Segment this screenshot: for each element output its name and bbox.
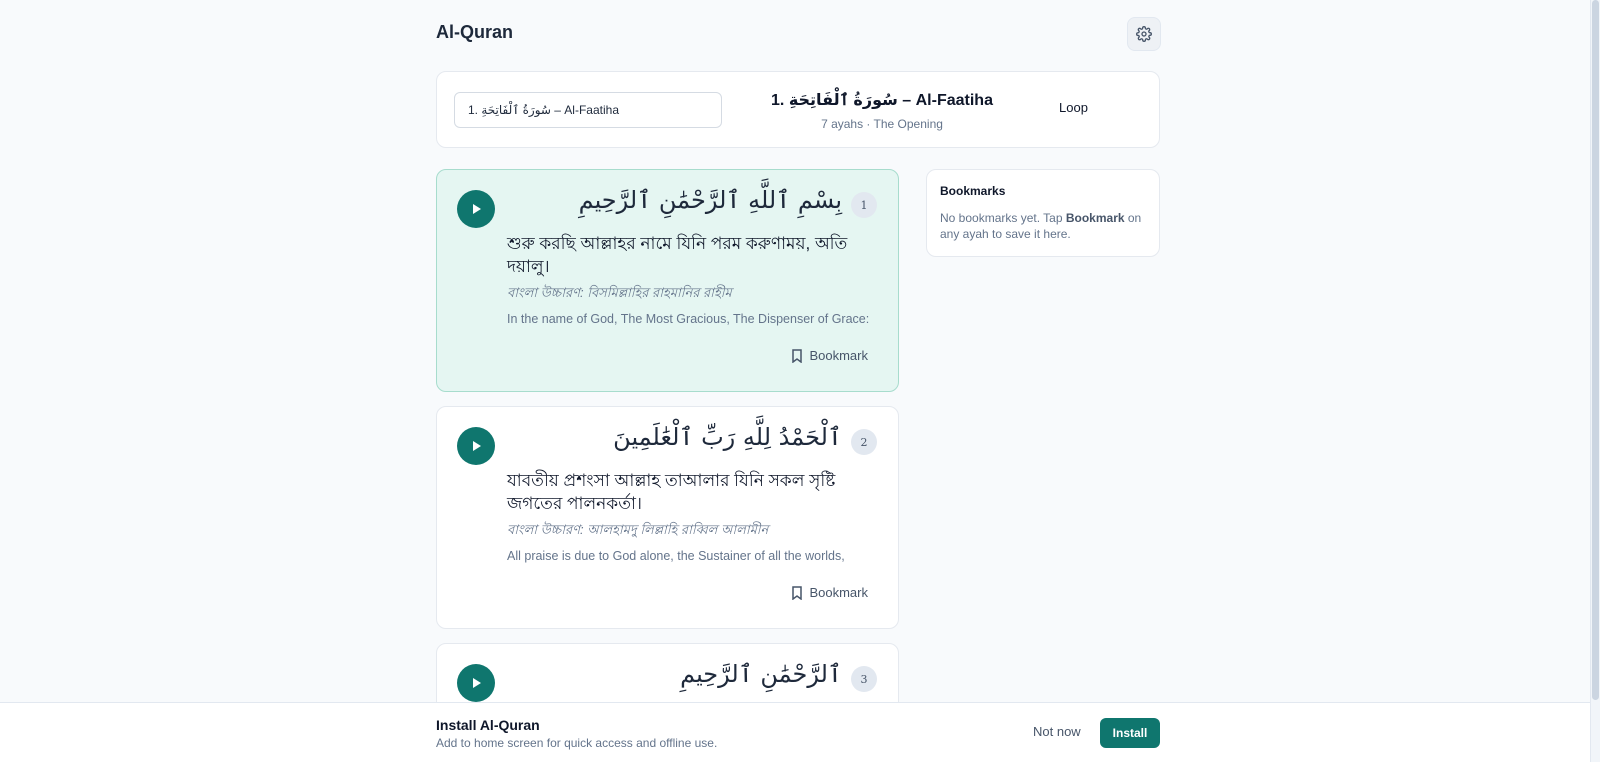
ayah-transliteration: বাংলা উচ্চারণ: বিসমিল্লাহির রাহমানির রাহ… <box>507 285 732 300</box>
bookmark-label: Bookmark <box>809 585 868 600</box>
bookmark-icon <box>792 348 803 363</box>
ayah-number-badge: 2 <box>851 429 877 455</box>
play-button[interactable] <box>457 427 495 465</box>
install-banner: Install Al-Quran Add to home screen for … <box>0 702 1590 762</box>
ayah-card-1: بِسْمِ ٱللَّهِ ٱلرَّحْمَٰنِ ٱلرَّحِيمِ 1… <box>436 169 899 392</box>
ayah-number-badge: 3 <box>851 666 877 692</box>
ayah-arabic: ٱلرَّحْمَٰنِ ٱلرَّحِيمِ <box>680 660 842 688</box>
scrollbar-thumb[interactable] <box>1592 0 1599 700</box>
play-icon <box>473 204 481 214</box>
gear-icon <box>1136 26 1152 42</box>
ayah-card-2: ٱلْحَمْدُ لِلَّهِ رَبِّ ٱلْعَٰلَمِينَ 2 … <box>436 406 899 629</box>
surah-select[interactable]: 1. سُورَةُ ٱلْفَاتِحَةِ – Al-Faatiha <box>454 92 722 128</box>
ayah-number-badge: 1 <box>851 192 877 218</box>
ayah-bangla-translation: যাবতীয় প্রশংসা আল্লাহ তাআলার যিনি সকল স… <box>507 471 836 513</box>
ayah-arabic: ٱلْحَمْدُ لِلَّهِ رَبِّ ٱلْعَٰلَمِينَ <box>613 423 842 451</box>
install-title: Install Al-Quran <box>436 717 540 733</box>
bookmarks-empty-message: No bookmarks yet. Tap Bookmark on any ay… <box>940 210 1146 242</box>
ayah-english-translation: In the name of God, The Most Gracious, T… <box>507 312 870 326</box>
settings-button[interactable] <box>1127 17 1161 51</box>
surah-meta: 7 ayahs · The Opening <box>821 117 943 131</box>
play-icon <box>473 678 481 688</box>
loop-button[interactable]: Loop <box>1059 100 1088 115</box>
bookmark-button[interactable]: Bookmark <box>791 348 868 363</box>
install-description: Add to home screen for quick access and … <box>436 736 718 750</box>
ayah-arabic: بِسْمِ ٱللَّهِ ٱلرَّحْمَٰنِ ٱلرَّحِيمِ <box>578 186 842 214</box>
bookmarks-title: Bookmarks <box>940 184 1006 198</box>
surah-heading: 1. سُورَةُ ٱلْفَاتِحَةِ – Al-Faatiha 7 a… <box>747 90 1017 131</box>
play-button[interactable] <box>457 664 495 702</box>
bookmarks-empty-bold: Bookmark <box>1065 211 1125 225</box>
ayah-bangla-translation: শুরু করছি আল্লাহর নামে যিনি পরম করুণাময়… <box>507 234 848 276</box>
surah-header-card: 1. سُورَةُ ٱلْفَاتِحَةِ – Al-Faatiha 1. … <box>436 71 1160 148</box>
bookmark-button[interactable]: Bookmark <box>791 585 868 600</box>
ayah-transliteration: বাংলা উচ্চারণ: আলহামদু লিল্লাহি রাব্বিল … <box>507 522 769 537</box>
play-button[interactable] <box>457 190 495 228</box>
app-title: Al-Quran <box>436 22 514 42</box>
not-now-button[interactable]: Not now <box>1033 724 1081 739</box>
play-icon <box>473 441 481 451</box>
ayah-english-translation: All praise is due to God alone, the Sust… <box>507 549 845 563</box>
bookmarks-empty-prefix: No bookmarks yet. Tap <box>940 211 1066 225</box>
page-scrollbar[interactable] <box>1590 0 1600 762</box>
bookmark-label: Bookmark <box>809 348 868 363</box>
bookmarks-panel: Bookmarks No bookmarks yet. Tap Bookmark… <box>926 169 1160 257</box>
surah-name: 1. سُورَةُ ٱلْفَاتِحَةِ – Al-Faatiha <box>771 92 993 109</box>
bookmark-icon <box>792 585 803 600</box>
install-button[interactable]: Install <box>1100 718 1160 748</box>
